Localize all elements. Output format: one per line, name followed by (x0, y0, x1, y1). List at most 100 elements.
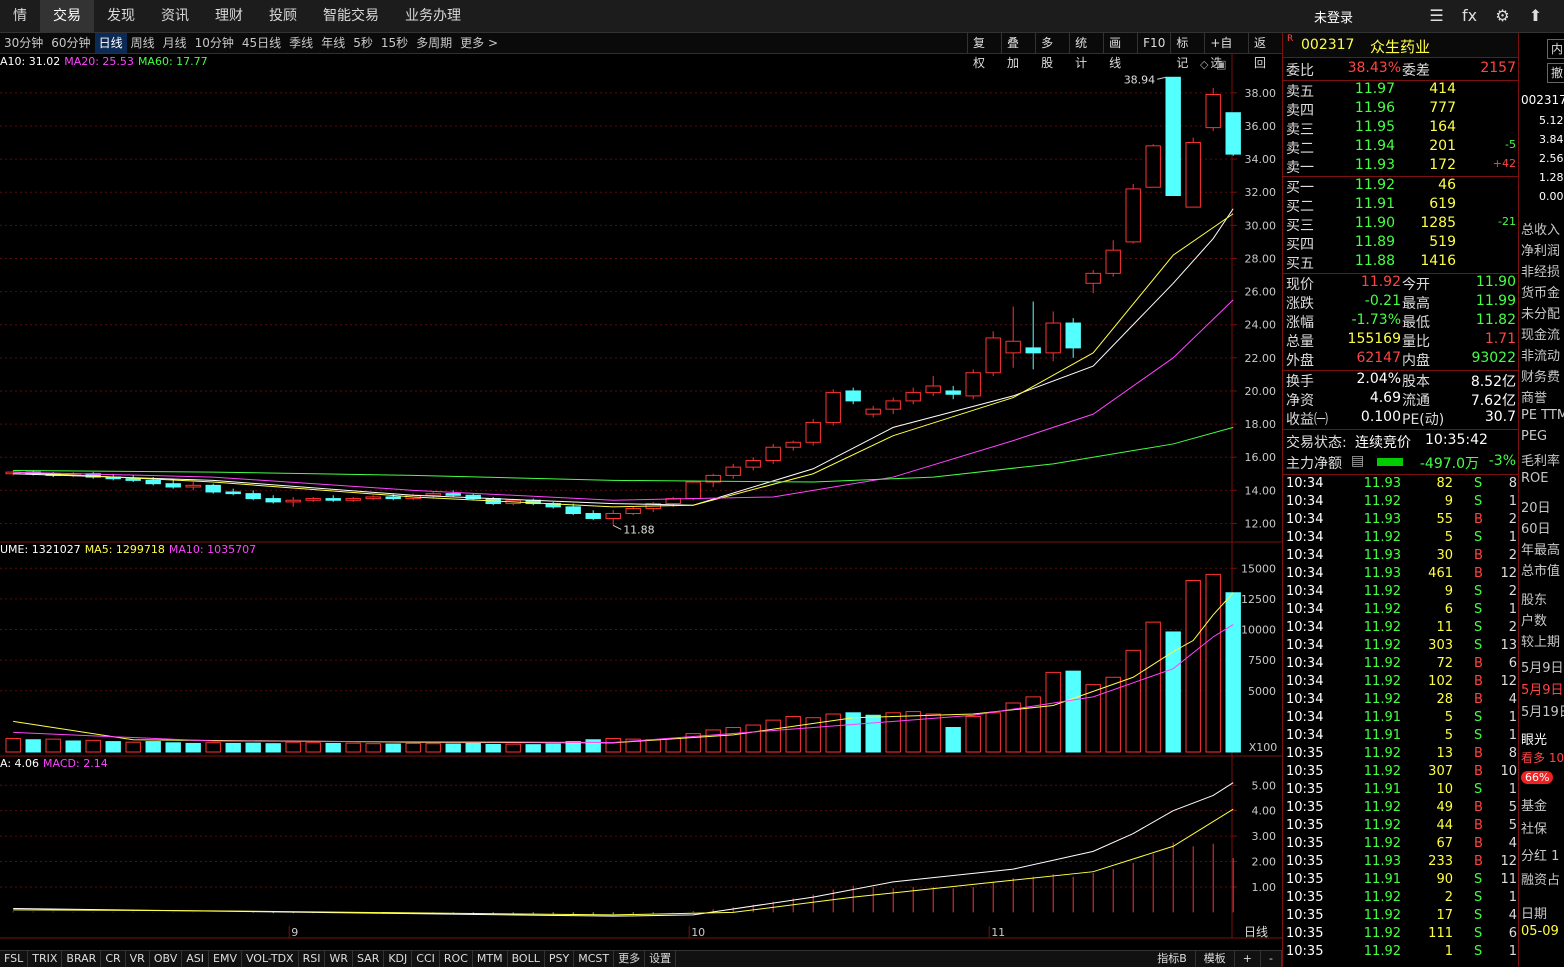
candle[interactable] (265, 498, 281, 503)
candle[interactable] (365, 496, 381, 500)
candle[interactable] (1125, 188, 1141, 243)
period-tab[interactable]: 日线 (94, 33, 127, 53)
candle[interactable] (225, 491, 241, 495)
toolbar-button[interactable]: 画线 (1103, 33, 1137, 70)
period-tab[interactable]: 10分钟 (191, 33, 238, 53)
period-tab[interactable]: 15秒 (377, 33, 412, 53)
period-tab[interactable]: 周线 (127, 33, 159, 53)
fundamental-item[interactable]: 商誉 (1521, 387, 1547, 406)
toolbar-button[interactable]: 统计 (1069, 33, 1103, 70)
indicator-tab[interactable]: BOLL (508, 951, 545, 967)
indicator-tab[interactable]: 更多 (614, 951, 646, 967)
period-tab[interactable]: 5秒 (349, 33, 377, 53)
chart-canvas[interactable]: 12.00 14.00 16.00 18.00 20.00 22.00 24.00 26.00… (0, 54, 1282, 939)
fundamental-item[interactable]: 分红 1 (1521, 845, 1559, 864)
candle[interactable] (325, 498, 341, 501)
indicator-tab[interactable]: BRAR (62, 951, 102, 967)
fundamental-item[interactable]: 眼光 (1521, 729, 1547, 748)
candle[interactable] (765, 446, 781, 462)
upload-icon[interactable]: ⬆ (1519, 0, 1552, 33)
indicator-tab[interactable]: RSI (299, 951, 326, 967)
candle[interactable] (125, 478, 141, 481)
candle[interactable] (245, 493, 261, 500)
formula-icon[interactable]: fx (1453, 0, 1486, 33)
fundamental-item[interactable]: 净利润 (1521, 240, 1560, 259)
indicator-tab[interactable]: WR (325, 951, 353, 967)
fundamental-item[interactable]: 融资占 (1521, 869, 1560, 888)
candle[interactable] (925, 385, 941, 394)
toolbar-button[interactable]: F10 (1137, 33, 1170, 53)
candle[interactable] (205, 484, 221, 493)
fundamental-item[interactable]: 基金 (1521, 795, 1547, 814)
fundamental-item[interactable]: 60日 (1521, 518, 1551, 537)
toolbar-button[interactable]: 复权 (967, 33, 1001, 70)
candle[interactable] (385, 496, 401, 500)
indicator-tab[interactable]: ROC (440, 951, 473, 967)
far-right-tab[interactable]: 撤 (1547, 63, 1564, 83)
period-tab[interactable]: 60分钟 (47, 33, 94, 53)
candle[interactable] (945, 390, 961, 395)
candle[interactable] (1005, 340, 1021, 354)
indicator-control[interactable]: 模板 (1196, 951, 1235, 967)
top-menu-item[interactable]: 发现 (94, 0, 148, 33)
candle[interactable] (965, 372, 981, 397)
fundamental-item[interactable]: 总市值 (1521, 560, 1560, 579)
fundamental-item[interactable]: 非流动 (1521, 345, 1560, 364)
fundamental-item[interactable]: 财务费 (1521, 366, 1560, 385)
indicator-tab[interactable]: SAR (353, 951, 385, 967)
toolbar-button[interactable]: 叠加 (1001, 33, 1035, 70)
candle[interactable] (845, 390, 861, 402)
fundamental-item[interactable]: 5月9日 (1521, 657, 1564, 676)
fundamental-item[interactable]: 总收入 (1521, 219, 1560, 238)
indicator-tab[interactable]: ASI (182, 951, 209, 967)
period-tab[interactable]: 更多 > (456, 33, 502, 53)
fundamental-item[interactable]: 未分配 (1521, 303, 1560, 322)
fundamental-item[interactable]: 5月9日 (1521, 679, 1564, 698)
indicator-tab[interactable]: VOL-TDX (242, 951, 299, 967)
candle[interactable] (345, 498, 361, 501)
top-menu-item[interactable]: 交易 (40, 0, 94, 33)
candle[interactable] (885, 400, 901, 410)
indicator-tab[interactable]: MTM (473, 951, 508, 967)
fundamental-item[interactable]: PEG (1521, 429, 1547, 444)
top-menu-item[interactable]: 理财 (202, 0, 256, 33)
indicator-tab[interactable]: PSY (545, 951, 575, 967)
candle[interactable] (1105, 249, 1121, 274)
candle[interactable] (745, 460, 761, 468)
period-tab[interactable]: 30分钟 (0, 33, 47, 53)
period-tab[interactable]: 季线 (285, 33, 317, 53)
window-icon[interactable]: ▣ (1216, 58, 1226, 71)
candle[interactable] (1065, 322, 1081, 349)
candle[interactable] (1085, 272, 1101, 284)
candle[interactable] (625, 508, 641, 515)
gear-icon[interactable]: ⚙ (1486, 0, 1519, 33)
indicator-tab[interactable]: 设置 (645, 951, 677, 967)
fundamental-item[interactable]: ROE (1521, 471, 1548, 486)
period-tab[interactable]: 多周期 (412, 33, 456, 53)
candle[interactable] (1165, 76, 1181, 197)
indicator-tab[interactable]: CCI (412, 951, 440, 967)
indicator-tab[interactable]: OBV (150, 951, 183, 967)
indicator-control[interactable]: 指标B (1149, 951, 1196, 967)
indicator-tab[interactable]: TRIX (28, 951, 63, 967)
period-tab[interactable]: 月线 (159, 33, 191, 53)
candle[interactable] (1025, 347, 1041, 354)
candle[interactable] (685, 481, 701, 500)
fundamental-item[interactable]: 20日 (1521, 497, 1551, 516)
candle[interactable] (585, 513, 601, 519)
indicator-control[interactable]: - (1261, 951, 1282, 967)
login-status[interactable]: 未登录 (1314, 7, 1353, 26)
fundamental-item[interactable]: 66% (1521, 771, 1554, 784)
candle[interactable] (305, 498, 321, 501)
fundamental-item[interactable]: 社保 (1521, 818, 1547, 837)
candle[interactable] (825, 392, 841, 423)
candle[interactable] (805, 421, 821, 443)
indicator-tab[interactable]: FSL (0, 951, 29, 967)
candle[interactable] (565, 506, 581, 515)
top-menu-item[interactable]: 资讯 (148, 0, 202, 33)
kline-chart[interactable]: 12.00 14.00 16.00 18.00 20.00 22.00 24.00 26.00… (0, 54, 1282, 939)
far-right-tab[interactable]: 内 (1547, 39, 1564, 59)
fundamental-item[interactable]: 货币金 (1521, 282, 1560, 301)
fundamental-item[interactable]: 较上期 (1521, 631, 1560, 650)
candle[interactable] (425, 493, 441, 496)
